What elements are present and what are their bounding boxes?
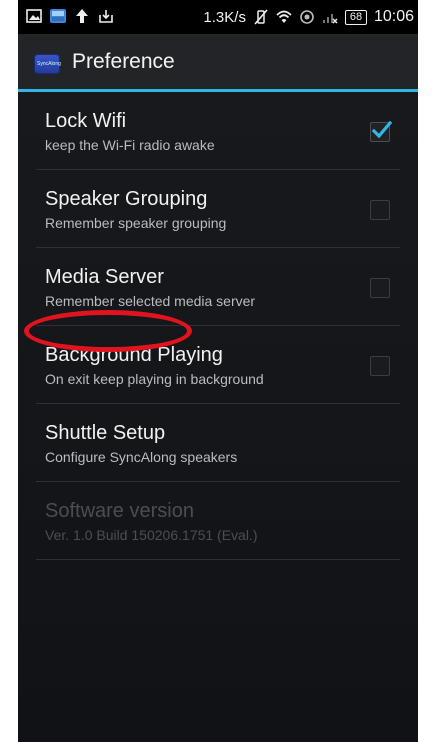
preference-summary: On exit keep playing in background	[45, 371, 264, 387]
preference-summary: Remember selected media server	[45, 293, 256, 309]
preference-media-server[interactable]: Media Server Remember selected media ser…	[18, 248, 418, 326]
checkmark-icon	[371, 120, 393, 139]
preference-title: Software version	[45, 500, 194, 522]
phone-screen: 1.3K/s 68 10:06 SyncAlong Preference Loc…	[18, 0, 418, 742]
media-server-checkbox[interactable]	[370, 278, 390, 298]
upload-arrow-icon	[74, 8, 90, 24]
preference-list: Lock Wifi keep the Wi-Fi radio awake Spe…	[18, 92, 418, 560]
app-icon[interactable]: SyncAlong	[34, 54, 61, 74]
data-sync-icon	[299, 9, 315, 25]
divider	[36, 559, 400, 560]
preference-title: Media Server	[45, 266, 164, 288]
preference-speaker-grouping[interactable]: Speaker Grouping Remember speaker groupi…	[18, 170, 418, 248]
preference-lock-wifi[interactable]: Lock Wifi keep the Wi-Fi radio awake	[18, 92, 418, 170]
network-speed: 1.3K/s	[203, 8, 246, 26]
preference-shuttle-setup[interactable]: Shuttle Setup Configure SyncAlong speake…	[18, 404, 418, 482]
wifi-icon	[276, 9, 292, 25]
clock: 10:06	[373, 8, 414, 25]
status-bar: 1.3K/s 68 10:06	[18, 0, 418, 34]
preference-title: Shuttle Setup	[45, 422, 166, 444]
preference-background-playing[interactable]: Background Playing On exit keep playing …	[18, 326, 418, 404]
background-playing-checkbox[interactable]	[370, 356, 390, 376]
signal-strength-icon	[322, 9, 338, 25]
battery-level: 68	[344, 9, 367, 25]
preference-title: Background Playing	[45, 344, 223, 366]
preference-summary: Remember speaker grouping	[45, 215, 227, 231]
preference-software-version: Software version Ver. 1.0 Build 150206.1…	[18, 482, 418, 560]
preference-summary: Ver. 1.0 Build 150206.1751 (Eval.)	[45, 527, 258, 543]
preference-summary: Configure SyncAlong speakers	[45, 449, 238, 465]
lock-wifi-checkbox[interactable]	[370, 120, 393, 142]
status-bar-system: 1.3K/s 68 10:06	[203, 8, 414, 26]
gallery-notification-icon	[50, 8, 66, 24]
status-bar-notifications	[26, 8, 114, 24]
preference-title: Lock Wifi	[45, 110, 127, 132]
image-notification-icon	[26, 8, 42, 24]
app-icon-label: SyncAlong	[37, 61, 61, 67]
preference-summary: keep the Wi-Fi radio awake	[45, 137, 215, 153]
page-title: Preference	[72, 50, 175, 73]
download-tray-icon	[98, 8, 114, 24]
action-bar: SyncAlong Preference	[18, 34, 418, 92]
speaker-grouping-checkbox[interactable]	[370, 200, 390, 220]
vibrate-off-icon	[253, 9, 269, 25]
preference-title: Speaker Grouping	[45, 188, 208, 210]
